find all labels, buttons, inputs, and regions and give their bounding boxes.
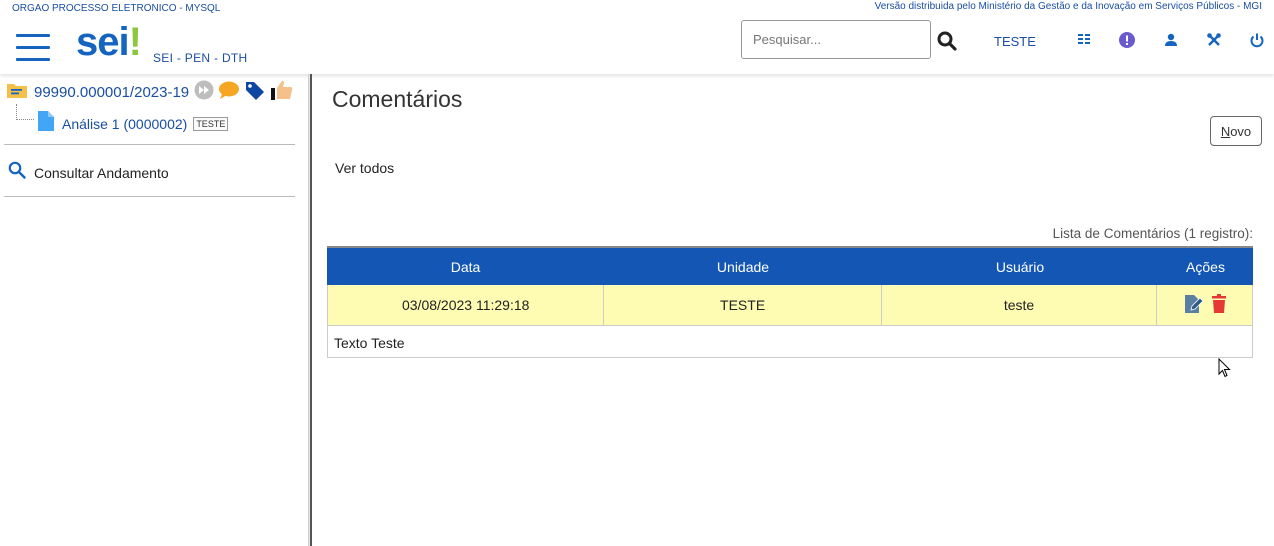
unit-selector[interactable]: TESTE bbox=[994, 34, 1036, 49]
trash-icon[interactable] bbox=[1211, 293, 1227, 317]
column-header-data[interactable]: Data bbox=[327, 248, 604, 285]
document-tag: TESTE bbox=[193, 116, 229, 131]
menu-icon[interactable] bbox=[16, 34, 50, 62]
thumbs-up-icon[interactable] bbox=[270, 79, 294, 106]
cell-usuario: teste bbox=[882, 285, 1158, 325]
logo-text: sei bbox=[76, 20, 130, 64]
table-row: 03/08/2023 11:29:18 TESTE teste bbox=[327, 285, 1253, 325]
document-link[interactable]: Análise 1 (0000002) bbox=[62, 116, 187, 132]
edit-icon[interactable] bbox=[1183, 294, 1204, 317]
user-icon[interactable] bbox=[1163, 32, 1179, 48]
tree-connector bbox=[16, 104, 34, 120]
forward-icon[interactable] bbox=[194, 80, 214, 105]
folder-icon[interactable] bbox=[6, 81, 28, 104]
search-icon bbox=[8, 161, 26, 184]
column-header-usuario[interactable]: Usuário bbox=[882, 248, 1158, 285]
mouse-cursor-icon bbox=[1218, 357, 1232, 383]
consult-progress-link[interactable]: Consultar Andamento bbox=[8, 161, 169, 184]
subsystem-label: SEI - PEN - DTH bbox=[153, 51, 248, 65]
pane-resizer[interactable] bbox=[308, 74, 312, 546]
cell-actions bbox=[1157, 285, 1252, 325]
process-node: 99990.000001/2023-19 bbox=[6, 80, 294, 105]
new-comment-button[interactable]: Novo bbox=[1210, 116, 1262, 146]
comments-table: Data Unidade Usuário Ações 03/08/2023 11… bbox=[327, 246, 1253, 358]
comment-icon[interactable] bbox=[218, 80, 240, 105]
column-header-acoes: Ações bbox=[1186, 258, 1225, 275]
comment-text: Texto Teste bbox=[327, 325, 1253, 358]
version-text: Versão distribuida pelo Ministério da Ge… bbox=[874, 1, 1262, 12]
alert-icon[interactable] bbox=[1119, 32, 1135, 48]
grid-icon[interactable] bbox=[1076, 32, 1092, 48]
document-node: Análise 1 (0000002) TESTE bbox=[37, 110, 229, 137]
tools-icon[interactable] bbox=[1206, 32, 1222, 48]
logo-accent: ! bbox=[128, 20, 142, 64]
page: ORGAO PROCESSO ELETRONICO - MYSQL Versão… bbox=[0, 0, 1274, 546]
table-header: Data Unidade Usuário Ações bbox=[327, 248, 1253, 285]
table-caption: Lista de Comentários (1 registro): bbox=[1052, 226, 1253, 241]
process-number-link[interactable]: 99990.000001/2023-19 bbox=[34, 84, 189, 101]
tree-divider bbox=[4, 144, 295, 145]
view-all-link[interactable]: Ver todos bbox=[335, 160, 394, 176]
org-name: ORGAO PROCESSO ELETRONICO - MYSQL bbox=[12, 3, 221, 14]
tree-divider-bottom bbox=[4, 196, 295, 197]
new-button-label: ovo bbox=[1230, 123, 1252, 139]
cell-unidade: TESTE bbox=[604, 285, 882, 325]
cell-data: 03/08/2023 11:29:18 bbox=[328, 285, 605, 325]
search-input[interactable] bbox=[741, 20, 931, 59]
column-header-unidade[interactable]: Unidade bbox=[604, 248, 882, 285]
new-button-accesskey: N bbox=[1220, 123, 1231, 139]
search-icon[interactable] bbox=[937, 31, 957, 51]
process-tree-pane: 99990.000001/2023-19 Análise 1 (0000002)… bbox=[0, 74, 308, 546]
power-icon[interactable] bbox=[1249, 32, 1265, 48]
tag-icon[interactable] bbox=[244, 80, 266, 105]
sei-logo[interactable]: sei! bbox=[76, 20, 142, 65]
top-header: ORGAO PROCESSO ELETRONICO - MYSQL Versão… bbox=[0, 0, 1274, 74]
page-title: Comentários bbox=[332, 86, 463, 112]
consult-progress-label: Consultar Andamento bbox=[34, 164, 169, 181]
document-icon[interactable] bbox=[37, 110, 55, 137]
